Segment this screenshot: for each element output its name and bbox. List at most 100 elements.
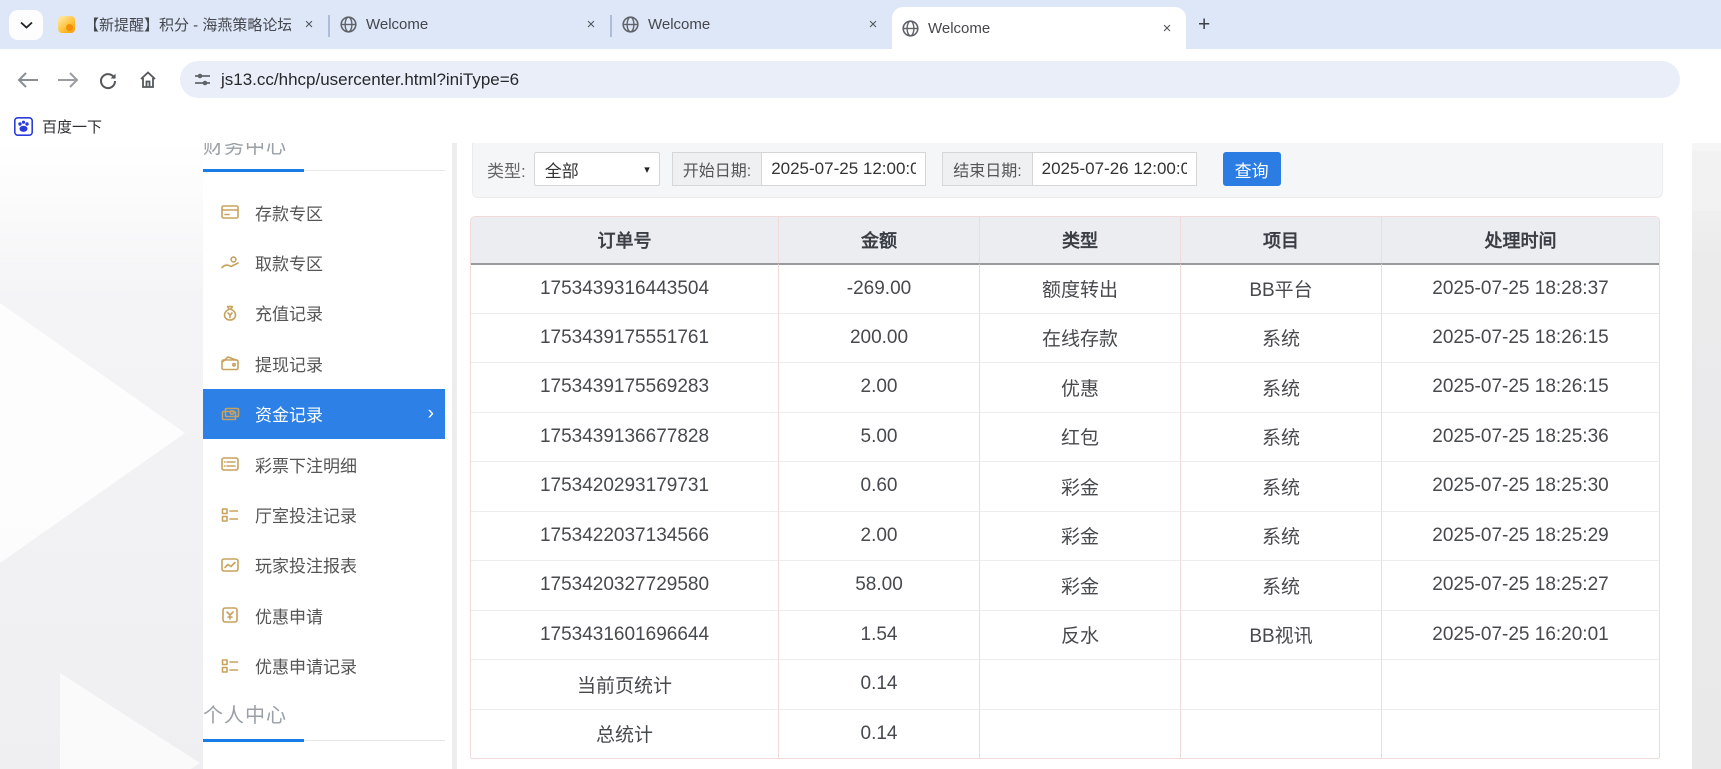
- sidebar-item-withdrawal-wallet[interactable]: 提现记录: [203, 338, 445, 388]
- table-cell: 58.00: [779, 560, 980, 610]
- table-cell: 200.00: [779, 312, 980, 362]
- table-cell: 2025-07-25 18:26:15: [1382, 362, 1659, 412]
- page-scrollbar[interactable]: [1692, 143, 1721, 769]
- deposit-card-icon: [220, 202, 240, 222]
- summary-cell: [980, 659, 1181, 709]
- lottery-list-icon: [220, 454, 240, 474]
- site-info-icon[interactable]: [194, 71, 211, 88]
- url-text: js13.cc/hhcp/usercenter.html?iniType=6: [221, 69, 520, 89]
- column-header: 金额: [779, 217, 980, 263]
- sidebar-item-withdraw-hand[interactable]: 取款专区: [203, 237, 445, 287]
- browser-tab[interactable]: Welcome ×: [892, 7, 1186, 49]
- sidebar-item-lottery-list[interactable]: 彩票下注明细: [203, 439, 445, 489]
- sidebar-item-hall-bet-list[interactable]: 厅室投注记录: [203, 489, 445, 539]
- browser-tab[interactable]: Welcome ×: [330, 0, 610, 49]
- type-select[interactable]: 全部 ▾: [533, 152, 660, 186]
- summary-cell: 0.14: [779, 708, 980, 758]
- table-cell: 2.00: [779, 362, 980, 412]
- sidebar-item-label: 厅室投注记录: [255, 507, 357, 527]
- browser-tab[interactable]: Welcome ×: [612, 0, 892, 49]
- table-cell: 系统: [1181, 362, 1382, 412]
- bookmarks-bar: 百度一下: [0, 110, 1721, 143]
- bookmark-baidu[interactable]: 百度一下: [42, 116, 102, 137]
- close-icon[interactable]: ×: [864, 16, 882, 33]
- funds-table: 订单号 金额 类型 项目 处理时间 1753439316443504 -269.00 额度转出…: [470, 216, 1660, 759]
- tab-title: Welcome: [648, 16, 711, 33]
- table-cell: 2025-07-25 18:28:37: [1382, 263, 1659, 313]
- sidebar: 财务中心 存款专区取款专区充值记录提现记录资金记录 › 彩票下注明细厅室投注记录玩家…: [203, 143, 452, 769]
- sidebar-section-finance: 财务中心: [203, 143, 287, 158]
- search-button[interactable]: 查询: [1222, 152, 1281, 186]
- close-icon[interactable]: ×: [300, 16, 318, 33]
- table-cell: 1753422037134566: [471, 510, 779, 560]
- table-cell: 系统: [1181, 461, 1382, 511]
- table-cell: 优惠: [980, 362, 1181, 412]
- sidebar-item-label: 存款专区: [255, 204, 323, 224]
- table-cell: 2025-07-25 18:25:29: [1382, 510, 1659, 561]
- table-cell: 2025-07-25 16:20:01: [1382, 609, 1659, 660]
- summary-cell: [1382, 708, 1659, 759]
- column-header: 类型: [980, 217, 1181, 263]
- decor-triangle: [60, 673, 200, 769]
- table-cell: 系统: [1181, 560, 1382, 610]
- home-icon[interactable]: [128, 60, 168, 100]
- table-cell: BB视讯: [1181, 609, 1382, 659]
- table-cell: 在线存款: [980, 312, 1181, 362]
- table-cell: -269.00: [779, 263, 980, 313]
- table-cell: 彩金: [980, 510, 1181, 560]
- sidebar-item-deposit-card[interactable]: 存款专区: [203, 187, 445, 237]
- close-icon[interactable]: ×: [582, 16, 600, 33]
- table-cell: 系统: [1181, 510, 1382, 560]
- chevron-down-icon[interactable]: [9, 10, 43, 40]
- type-label: 类型:: [487, 161, 526, 181]
- hall-bet-list-icon: [220, 505, 240, 525]
- filter-controls: 类型: 全部 ▾ 开始日期: 结束日期: 查询: [487, 152, 1281, 186]
- back-icon[interactable]: [8, 60, 48, 100]
- globe-icon: [622, 16, 639, 33]
- browser-tab[interactable]: 【新提醒】积分 - 海燕策略论坛 ×: [48, 0, 328, 49]
- close-icon[interactable]: ×: [1158, 20, 1176, 37]
- sidebar-item-promo-record-list[interactable]: 优惠申请记录: [203, 641, 445, 691]
- table-cell: 5.00: [779, 411, 980, 461]
- sidebar-item-label: 取款专区: [255, 255, 323, 275]
- table-cell: 红包: [980, 411, 1181, 461]
- promo-apply-icon: [220, 605, 240, 625]
- summary-cell: 0.14: [779, 659, 980, 709]
- column-header: 项目: [1181, 217, 1382, 263]
- sidebar-item-label: 资金记录: [255, 406, 323, 426]
- globe-icon: [902, 19, 919, 37]
- forum-favicon: [58, 16, 75, 33]
- summary-cell: 当前页统计: [471, 659, 779, 709]
- table-cell: 1753420293179731: [471, 461, 779, 511]
- table-cell: 反水: [980, 609, 1181, 659]
- table-cell: 额度转出: [980, 263, 1181, 313]
- chevron-right-icon: ›: [427, 402, 434, 424]
- forward-icon[interactable]: [48, 60, 88, 100]
- table-cell: 彩金: [980, 560, 1181, 610]
- end-date-input[interactable]: [1031, 152, 1197, 186]
- sidebar-item-promo-apply[interactable]: 优惠申请: [203, 590, 445, 640]
- table-cell: 1753431601696644: [471, 609, 779, 659]
- page-content: 财务中心 存款专区取款专区充值记录提现记录资金记录 › 彩票下注明细厅室投注记录玩家…: [0, 143, 1721, 769]
- sidebar-item-label: 充值记录: [255, 305, 323, 325]
- reload-icon[interactable]: [88, 60, 128, 100]
- new-tab-button[interactable]: +: [1198, 13, 1210, 37]
- browser-toolbar: js13.cc/hhcp/usercenter.html?iniType=6: [0, 49, 1721, 110]
- tab-strip: 【新提醒】积分 - 海燕策略论坛 × Welcome × Welcome × Welcome…: [0, 0, 1721, 49]
- address-bar[interactable]: js13.cc/hhcp/usercenter.html?iniType=6: [180, 61, 1680, 98]
- sidebar-item-funds-cash[interactable]: 资金记录 ›: [203, 388, 445, 439]
- sidebar-item-recharge-moneybag[interactable]: 充值记录: [203, 288, 445, 338]
- sidebar-item-label: 提现记录: [255, 355, 323, 375]
- sidebar-item-player-report-chart[interactable]: 玩家投注报表: [203, 540, 445, 590]
- table-cell: 1.54: [779, 609, 980, 659]
- left-decor-background: [0, 143, 203, 769]
- tabs-row: 【新提醒】积分 - 海燕策略论坛 × Welcome × Welcome × Welcome…: [48, 0, 1186, 49]
- column-header: 订单号: [471, 217, 779, 263]
- table-cell: 0.60: [779, 461, 980, 511]
- summary-cell: [1181, 708, 1382, 758]
- summary-cell: [980, 708, 1181, 758]
- table-cell: 1753439316443504: [471, 263, 779, 313]
- start-date-input[interactable]: [761, 152, 927, 186]
- sidebar-item-label: 优惠申请: [255, 607, 323, 627]
- decor-triangle: [0, 303, 185, 563]
